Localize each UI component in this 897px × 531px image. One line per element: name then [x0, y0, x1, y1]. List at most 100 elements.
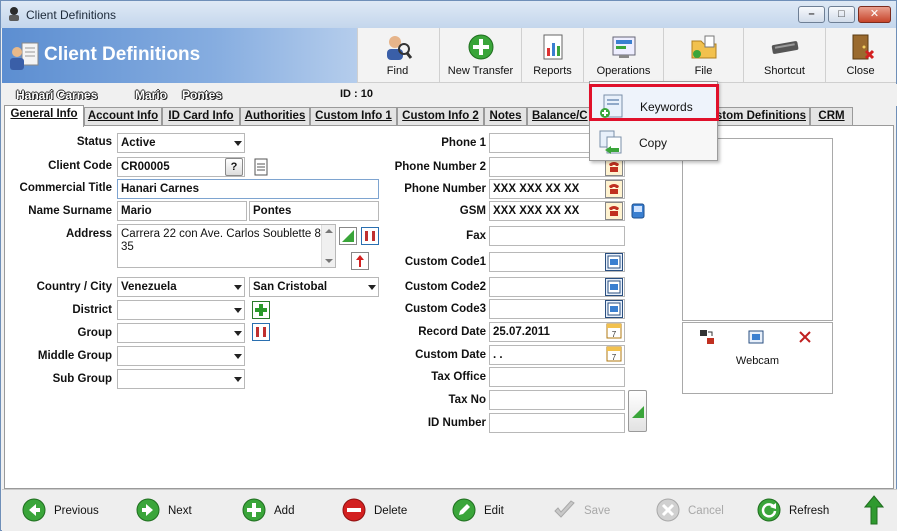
- lookup-list-icon[interactable]: [605, 253, 623, 271]
- arrow-left-icon: [22, 498, 46, 522]
- address-expand-icon[interactable]: [339, 227, 357, 245]
- file-button[interactable]: File: [663, 28, 743, 82]
- next-button[interactable]: Next: [136, 498, 216, 524]
- city-value: San Cristobal: [253, 281, 328, 293]
- cancel-icon: [656, 498, 680, 522]
- edit-label: Edit: [484, 505, 504, 517]
- tax-office-label: Tax Office: [431, 371, 486, 383]
- add-button[interactable]: Add: [242, 498, 322, 524]
- tab-general-info[interactable]: General Info: [4, 105, 84, 127]
- keywords-label: Keywords: [640, 100, 693, 114]
- capture-photo-icon[interactable]: [748, 329, 764, 345]
- address-pin-icon[interactable]: [351, 252, 369, 270]
- surname-field[interactable]: Pontes: [249, 201, 379, 221]
- fax-field[interactable]: [489, 226, 625, 246]
- phone-number-value: XXX XXX XX XX: [493, 183, 580, 195]
- delete-photo-icon[interactable]: [797, 329, 813, 345]
- menu-item-keywords[interactable]: Keywords: [589, 84, 719, 121]
- district-select[interactable]: [117, 300, 245, 320]
- phone-dial-icon[interactable]: [605, 202, 623, 220]
- expand-triangle-icon: [632, 406, 644, 418]
- commercial-title-field[interactable]: Hanari Carnes: [117, 179, 379, 199]
- operations-label: Operations: [596, 65, 651, 77]
- city-select[interactable]: San Cristobal: [249, 277, 379, 297]
- address-scrollbar[interactable]: [321, 225, 335, 267]
- calendar-icon[interactable]: 7: [605, 322, 623, 340]
- find-button[interactable]: Find: [357, 28, 437, 82]
- address-label: Address: [65, 228, 112, 240]
- reports-button[interactable]: Reports: [521, 28, 583, 82]
- swap-photo-icon[interactable]: [699, 329, 715, 345]
- tab-id-card-info[interactable]: ID Card Info: [162, 107, 240, 126]
- group-select[interactable]: [117, 323, 245, 343]
- client-definitions-window: Client Definitions – □ ✕ Client Definiti…: [0, 0, 897, 531]
- document-icon[interactable]: [252, 158, 270, 176]
- client-photo-area[interactable]: [682, 138, 833, 321]
- operations-icon: [612, 36, 635, 58]
- address-textarea[interactable]: Carrera 22 con Ave. Carlos Soublette 8-3…: [117, 224, 336, 268]
- maximize-button[interactable]: □: [828, 6, 855, 23]
- tax-lookup-button[interactable]: [628, 390, 647, 432]
- previous-label: Previous: [54, 505, 99, 517]
- add-district-icon[interactable]: [252, 301, 270, 319]
- lookup-list-icon[interactable]: [605, 278, 623, 296]
- group-tree-icon[interactable]: [252, 323, 270, 341]
- tab-custom-info-1[interactable]: Custom Info 1: [310, 107, 397, 126]
- save-button[interactable]: Save: [552, 498, 632, 524]
- shortcut-button[interactable]: Shortcut: [743, 28, 825, 82]
- tab-custom-info-2[interactable]: Custom Info 2: [397, 107, 484, 126]
- id-number-field[interactable]: [489, 413, 625, 433]
- refresh-button[interactable]: Refresh: [757, 498, 847, 524]
- custom-code3-label: Custom Code3: [404, 303, 486, 315]
- close-button[interactable]: Close: [825, 28, 895, 82]
- sub-group-select[interactable]: [117, 369, 245, 389]
- svg-text:7: 7: [612, 353, 617, 362]
- tab-authorities[interactable]: Authorities: [240, 107, 310, 126]
- shortcut-label: Shortcut: [764, 65, 805, 77]
- status-label: Status: [76, 136, 112, 148]
- chevron-down-icon: [234, 308, 242, 313]
- gsm-value: XXX XXX XX XX: [493, 205, 580, 217]
- title-bar: Client Definitions – □ ✕: [1, 1, 896, 28]
- tab-custom-definitions[interactable]: stom Definitions: [704, 107, 810, 126]
- country-select[interactable]: Venezuela: [117, 277, 245, 297]
- tax-office-field[interactable]: [489, 367, 625, 387]
- id-number-label: ID Number: [427, 417, 486, 429]
- district-label: District: [72, 304, 112, 316]
- scroll-down-icon: [325, 259, 333, 263]
- custom-code1-label: Custom Code1: [404, 256, 486, 268]
- name-field[interactable]: Mario: [117, 201, 247, 221]
- calendar-icon[interactable]: 7: [605, 345, 623, 363]
- tab-balance[interactable]: Balance/C: [527, 107, 592, 126]
- status-select[interactable]: Active: [117, 133, 245, 153]
- tab-notes[interactable]: Notes: [484, 107, 527, 126]
- tax-no-field[interactable]: [489, 390, 625, 410]
- keyboard-icon: [771, 41, 798, 54]
- toolbar: Find New Transfer Reports Operations Fil…: [357, 28, 896, 83]
- cancel-button[interactable]: Cancel: [656, 498, 736, 524]
- client-code-help-button[interactable]: ?: [225, 158, 243, 176]
- address-map-icon[interactable]: [361, 227, 379, 245]
- previous-button[interactable]: Previous: [22, 498, 122, 524]
- commercial-title-value: Hanari Carnes: [121, 183, 199, 195]
- edit-button[interactable]: Edit: [452, 498, 532, 524]
- tab-crm[interactable]: CRM: [810, 107, 853, 126]
- sub-group-label: Sub Group: [52, 373, 112, 385]
- sms-icon[interactable]: [629, 202, 647, 220]
- custom-code2-label: Custom Code2: [404, 281, 486, 293]
- pencil-icon: [452, 498, 476, 522]
- new-transfer-button[interactable]: New Transfer: [439, 28, 521, 82]
- middle-group-select[interactable]: [117, 346, 245, 366]
- checkmark-icon: [554, 500, 575, 518]
- tab-account-info[interactable]: Account Info: [84, 107, 162, 126]
- phone-dial-icon[interactable]: [605, 180, 623, 198]
- menu-item-copy[interactable]: Copy: [591, 123, 717, 160]
- window-close-button[interactable]: ✕: [858, 6, 891, 23]
- operations-button[interactable]: Operations: [583, 28, 663, 82]
- minimize-button[interactable]: –: [798, 6, 825, 23]
- lookup-list-icon[interactable]: [605, 300, 623, 318]
- add-label: Add: [274, 505, 295, 517]
- delete-button[interactable]: Delete: [342, 498, 432, 524]
- minus-circle-icon: [342, 498, 366, 522]
- scroll-top-button[interactable]: [864, 495, 886, 525]
